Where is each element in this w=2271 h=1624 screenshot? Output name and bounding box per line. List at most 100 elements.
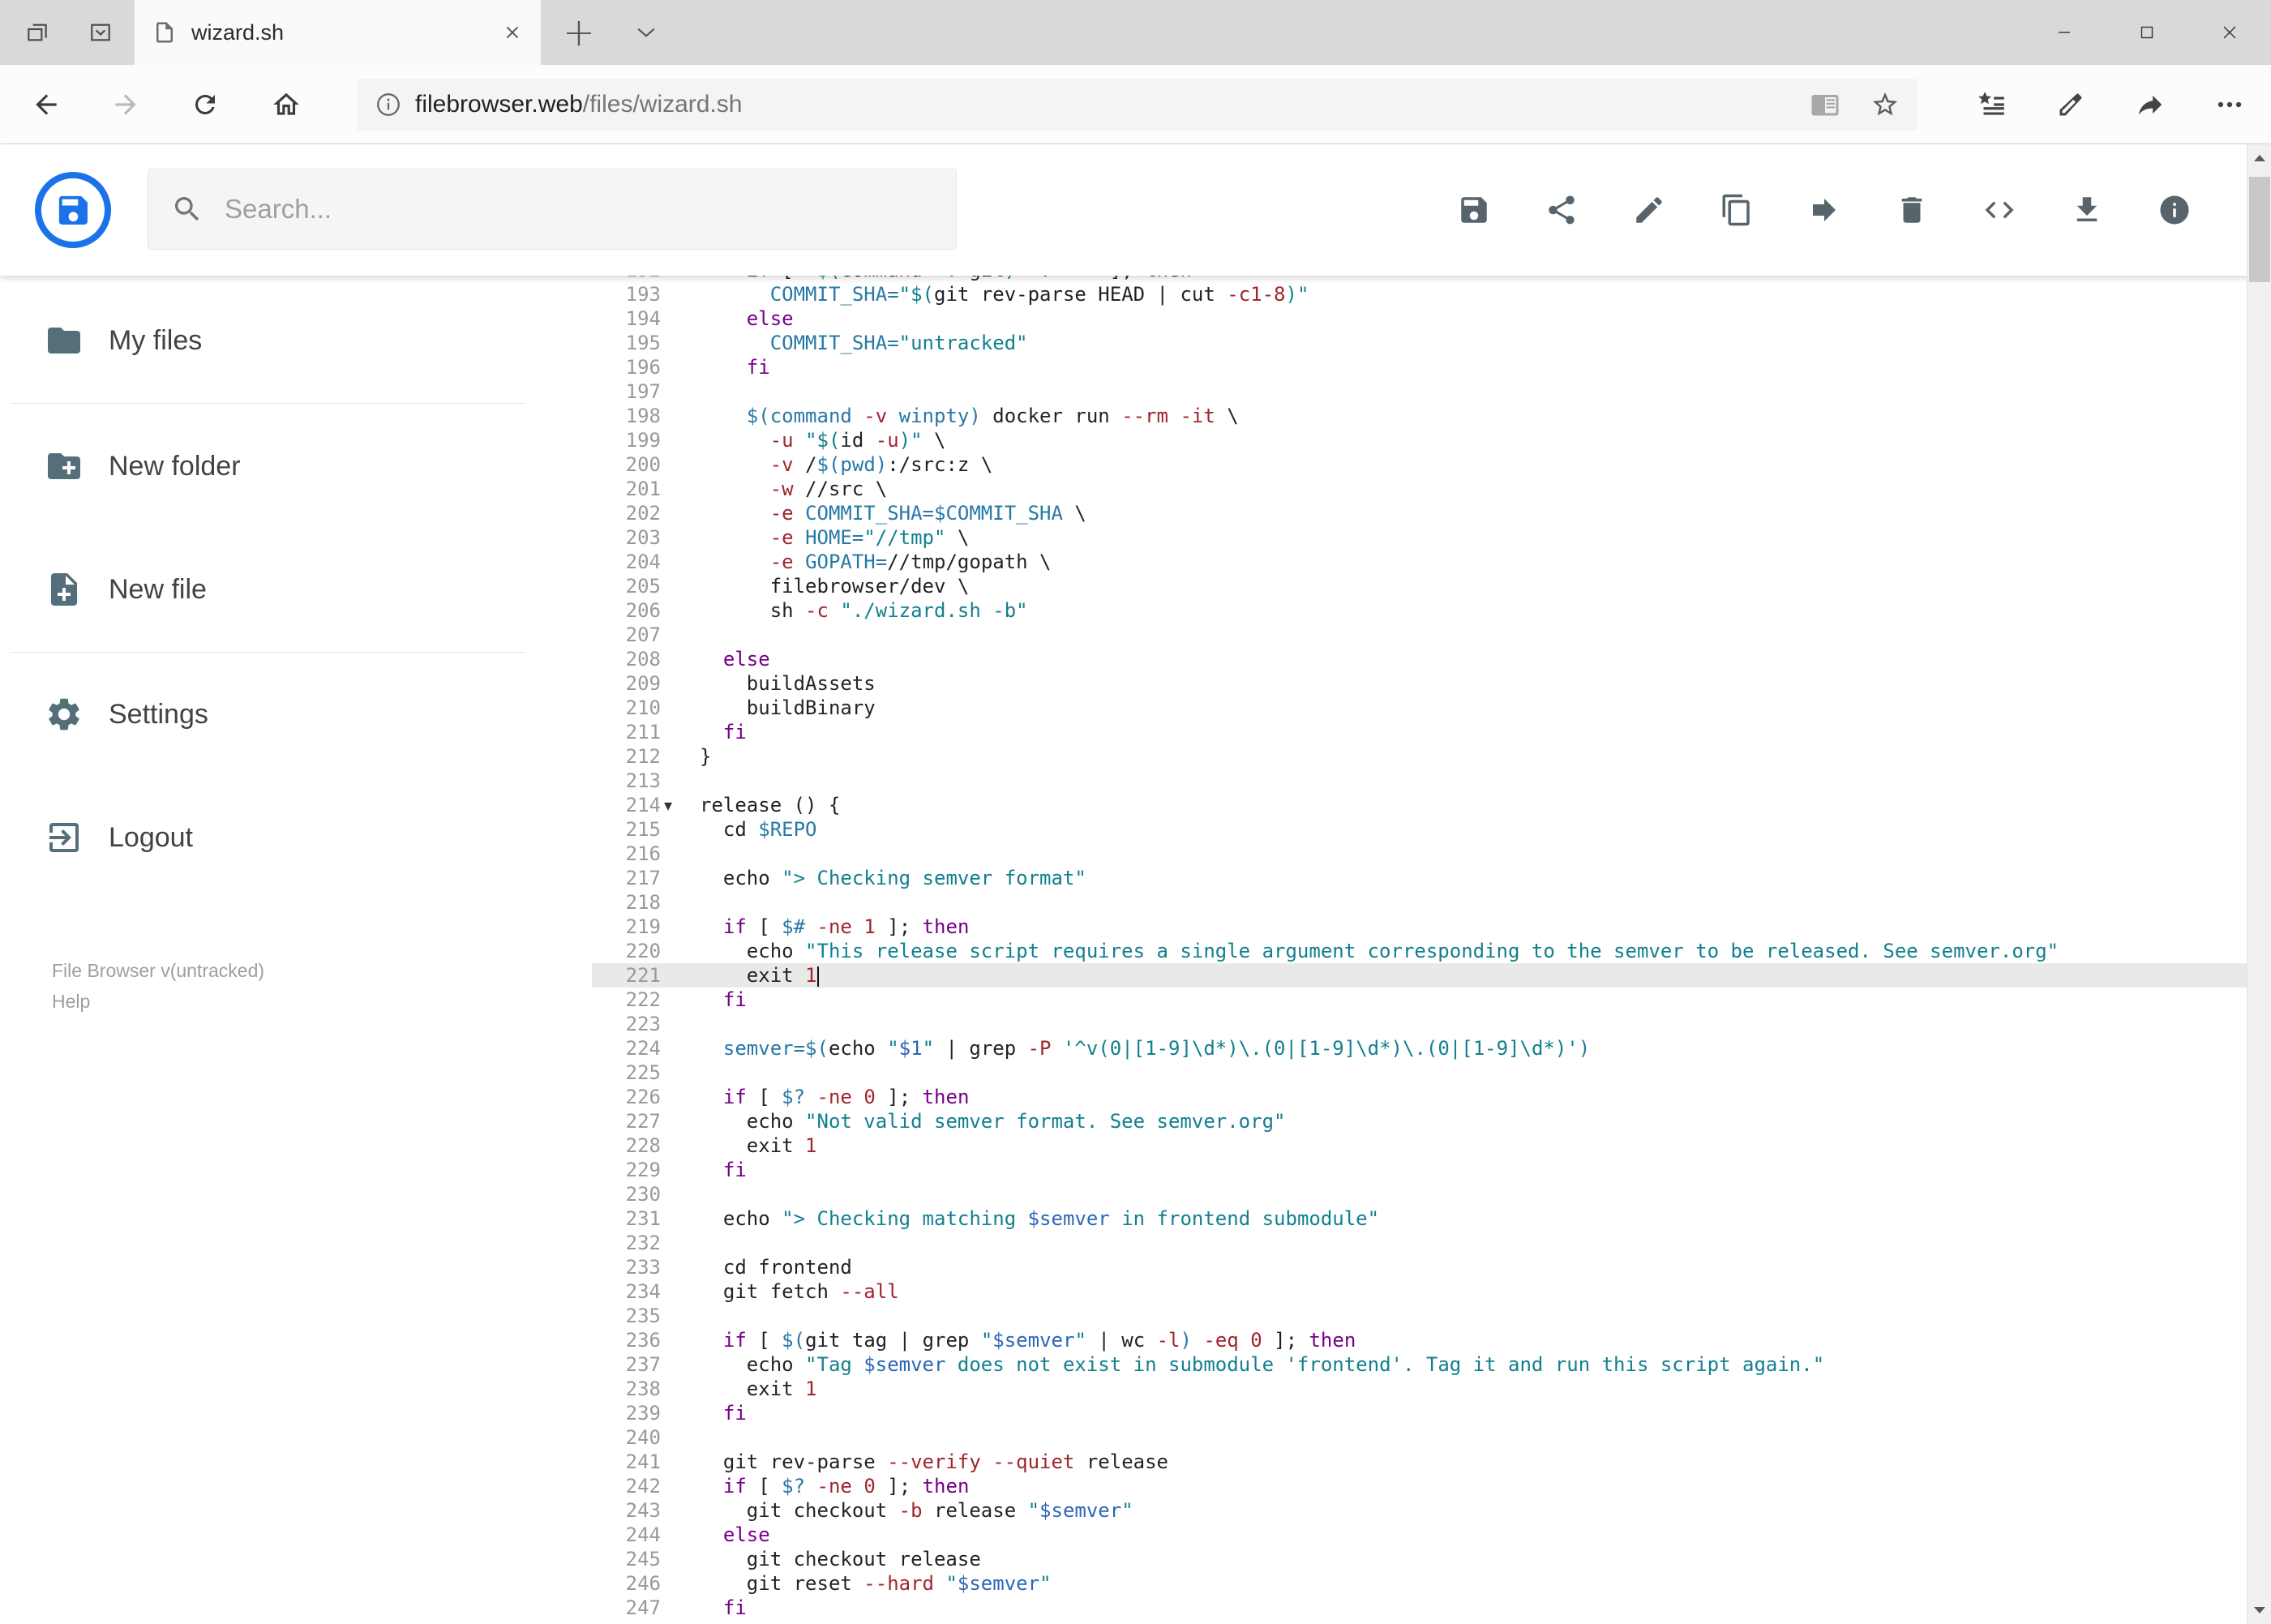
code-line[interactable]: 220 echo "This release script requires a… <box>592 939 2247 963</box>
refresh-icon[interactable] <box>174 65 237 144</box>
delete-icon[interactable] <box>1888 186 1935 234</box>
code-text[interactable]: else <box>700 647 770 671</box>
code-text[interactable]: git fetch --all <box>700 1279 899 1304</box>
code-text[interactable]: git checkout -b release "$semver" <box>700 1498 1133 1523</box>
move-icon[interactable] <box>1801 186 1848 234</box>
sidebar-item-new-file[interactable]: New file <box>0 553 535 626</box>
code-line[interactable]: 232 <box>592 1231 2247 1255</box>
code-line[interactable]: 228 exit 1 <box>592 1133 2247 1158</box>
code-text[interactable]: else <box>700 306 794 331</box>
code-line[interactable]: 234 git fetch --all <box>592 1279 2247 1304</box>
code-line[interactable]: 216 <box>592 842 2247 866</box>
code-text[interactable]: if [ $? -ne 0 ]; then <box>700 1474 969 1498</box>
info-circle-icon[interactable] <box>375 91 402 118</box>
code-line[interactable]: 200 -v /$(pwd):/src:z \ <box>592 452 2247 477</box>
code-line[interactable]: 198 $(command -v winpty) docker run --rm… <box>592 404 2247 428</box>
code-text[interactable]: buildAssets <box>700 671 876 696</box>
code-line[interactable]: 197 <box>592 379 2247 404</box>
code-line[interactable]: 241 git rev-parse --verify --quiet relea… <box>592 1450 2247 1474</box>
home-icon[interactable] <box>255 65 318 144</box>
code-line[interactable]: 226 if [ $? -ne 0 ]; then <box>592 1085 2247 1109</box>
code-text[interactable]: if [ "$(command -v git)" != "" ]; then <box>700 276 1192 282</box>
code-line[interactable]: 219 if [ $# -ne 1 ]; then <box>592 915 2247 939</box>
code-text[interactable]: fi <box>700 720 747 744</box>
code-text[interactable]: } <box>700 744 711 769</box>
code-text[interactable]: release () { <box>700 793 840 817</box>
code-line[interactable]: 221 exit 1 <box>592 963 2247 988</box>
code-text[interactable]: -e HOME="//tmp" \ <box>700 525 970 550</box>
save-icon[interactable] <box>1450 186 1498 234</box>
code-text[interactable]: if [ $? -ne 0 ]; then <box>700 1085 969 1109</box>
share-file-icon[interactable] <box>1538 186 1585 234</box>
code-text[interactable]: -e COMMIT_SHA=$COMMIT_SHA \ <box>700 501 1086 525</box>
url-field[interactable]: filebrowser.web/files/wizard.sh <box>357 79 1917 131</box>
code-line[interactable]: 246 git reset --hard "$semver" <box>592 1571 2247 1596</box>
code-line[interactable]: 247 fi <box>592 1596 2247 1620</box>
browser-tab[interactable]: wizard.sh <box>135 0 541 65</box>
code-text[interactable]: fi <box>700 1158 747 1182</box>
code-line[interactable]: 199 -u "$(id -u)" \ <box>592 428 2247 452</box>
sidebar-item-settings[interactable]: Settings <box>0 678 535 751</box>
code-line[interactable]: 209 buildAssets <box>592 671 2247 696</box>
code-text[interactable]: if [ $(git tag | grep "$semver" | wc -l)… <box>700 1328 1356 1352</box>
info-icon[interactable] <box>2151 186 2198 234</box>
code-line[interactable]: 195 COMMIT_SHA="untracked" <box>592 331 2247 355</box>
code-line[interactable]: 238 exit 1 <box>592 1377 2247 1401</box>
sidebar-item-my-files[interactable]: My files <box>0 304 535 377</box>
code-text[interactable]: echo "> Checking matching $semver in fro… <box>700 1206 1379 1231</box>
code-text[interactable]: fi <box>700 355 770 379</box>
code-line[interactable]: 196 fi <box>592 355 2247 379</box>
code-text[interactable]: fi <box>700 1401 747 1425</box>
code-text[interactable]: COMMIT_SHA="untracked" <box>700 331 1028 355</box>
page-scrollbar[interactable] <box>2247 144 2271 1624</box>
code-line[interactable]: 206 sh -c "./wizard.sh -b" <box>592 598 2247 623</box>
web-note-icon[interactable] <box>2042 65 2100 144</box>
code-line[interactable]: 229 fi <box>592 1158 2247 1182</box>
code-text[interactable]: fi <box>700 988 747 1012</box>
code-text[interactable]: git rev-parse --verify --quiet release <box>700 1450 1168 1474</box>
code-line[interactable]: 215 cd $REPO <box>592 817 2247 842</box>
code-line[interactable]: 203 -e HOME="//tmp" \ <box>592 525 2247 550</box>
code-text[interactable]: echo "Tag $semver does not exist in subm… <box>700 1352 1824 1377</box>
code-editor[interactable]: 192 if [ "$(command -v git)" != "" ]; th… <box>592 276 2247 1624</box>
code-text[interactable]: -w //src \ <box>700 477 888 501</box>
fold-arrow-icon[interactable]: ▾ <box>661 793 700 817</box>
search-bar[interactable] <box>148 169 957 250</box>
code-text[interactable]: COMMIT_SHA="$(git rev-parse HEAD | cut -… <box>700 282 1309 306</box>
new-tab-button[interactable]: + <box>548 0 610 65</box>
code-line[interactable]: 243 git checkout -b release "$semver" <box>592 1498 2247 1523</box>
code-line[interactable]: 242 if [ $? -ne 0 ]; then <box>592 1474 2247 1498</box>
code-line[interactable]: 239 fi <box>592 1401 2247 1425</box>
search-input[interactable] <box>223 193 956 225</box>
code-line[interactable]: 192 if [ "$(command -v git)" != "" ]; th… <box>592 276 2247 282</box>
scroll-down-icon[interactable] <box>2247 1596 2271 1624</box>
code-line[interactable]: 213 <box>592 769 2247 793</box>
sidebar-item-logout[interactable]: Logout <box>0 801 535 874</box>
code-line[interactable]: 227 echo "Not valid semver format. See s… <box>592 1109 2247 1133</box>
code-text[interactable]: sh -c "./wizard.sh -b" <box>700 598 1028 623</box>
code-text[interactable]: echo "> Checking semver format" <box>700 866 1086 890</box>
code-text[interactable]: git reset --hard "$semver" <box>700 1571 1052 1596</box>
code-line[interactable]: 205 filebrowser/dev \ <box>592 574 2247 598</box>
rename-icon[interactable] <box>1626 186 1673 234</box>
favorites-hub-icon[interactable] <box>1962 65 2020 144</box>
scrollbar-thumb[interactable] <box>2249 177 2270 282</box>
code-text[interactable]: -e GOPATH=//tmp/gopath \ <box>700 550 1052 574</box>
forward-icon[interactable] <box>94 65 157 144</box>
copy-icon[interactable] <box>1713 186 1760 234</box>
code-text[interactable]: $(command -v winpty) docker run --rm -it… <box>700 404 1239 428</box>
code-line[interactable]: 207 <box>592 623 2247 647</box>
code-text[interactable]: exit 1 <box>700 1133 817 1158</box>
code-line[interactable]: 218 <box>592 890 2247 915</box>
code-line[interactable]: 225 <box>592 1061 2247 1085</box>
code-line[interactable]: 204 -e GOPATH=//tmp/gopath \ <box>592 550 2247 574</box>
code-text[interactable]: else <box>700 1523 770 1547</box>
code-line[interactable]: 214 ▾ release () { <box>592 793 2247 817</box>
code-text[interactable]: exit 1 <box>700 1377 817 1401</box>
code-view-icon[interactable] <box>1976 186 2023 234</box>
code-line[interactable]: 201 -w //src \ <box>592 477 2247 501</box>
code-text[interactable]: if [ $# -ne 1 ]; then <box>700 915 969 939</box>
code-text[interactable]: fi <box>700 1596 747 1620</box>
tab-previews-chevron-icon[interactable] <box>618 0 675 65</box>
code-text[interactable]: semver=$(echo "$1" | grep -P '^v(0|[1-9]… <box>700 1036 1590 1061</box>
